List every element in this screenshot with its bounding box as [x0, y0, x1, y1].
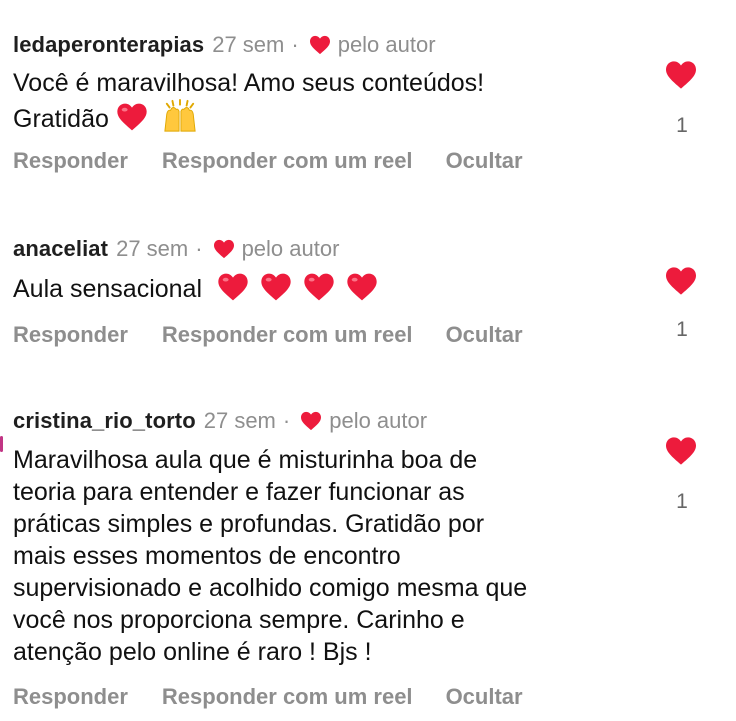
comment-time: 27 sem: [212, 32, 285, 57]
comment-header: anaceliat 27 sem · pelo autor: [13, 234, 339, 264]
separator-dot: ·: [195, 236, 203, 261]
author-heart-icon: [301, 411, 322, 431]
comment-username[interactable]: ledaperonterapias: [13, 30, 204, 60]
hide-button[interactable]: Ocultar: [446, 684, 523, 710]
comment-header: cristina_rio_torto 27 sem · pelo autor: [13, 406, 427, 436]
comment-time: 27 sem: [116, 236, 189, 261]
like-heart-icon[interactable]: [664, 266, 698, 296]
reply-button[interactable]: Responder: [13, 684, 128, 710]
comment-header: ledaperonterapias 27 sem · pelo autor: [13, 30, 436, 60]
comment-text-fragment: Gratidão: [13, 105, 109, 133]
author-heart-icon: [309, 35, 330, 55]
like-count: 1: [676, 490, 688, 513]
comment-text-fragment: Aula sensacional: [13, 275, 203, 303]
raising-hands-emoji-icon: [164, 99, 196, 132]
comment-time: 27 sem: [203, 408, 276, 433]
comment-text: Você é maravilhosa! Amo seus conteúdos! …: [13, 68, 633, 135]
like-count: 1: [676, 114, 688, 137]
author-heart-icon: [213, 239, 234, 259]
like-heart-icon[interactable]: [664, 60, 698, 90]
comment-text-line: mais esses momentos de encontro: [13, 542, 401, 570]
red-heart-emoji-icon: [347, 273, 377, 301]
comment-text-line-with-emoji: Gratidão: [13, 99, 633, 135]
like-heart-icon[interactable]: [664, 436, 698, 466]
reply-button[interactable]: Responder: [13, 148, 128, 174]
comment-text: Maravilhosa aula que é misturinha boa de…: [13, 444, 633, 668]
like-count: 1: [676, 318, 688, 341]
reply-with-reel-button[interactable]: Responder com um reel: [162, 322, 413, 348]
separator-dot: ·: [291, 32, 299, 57]
comment-actions: Responder Responder com um reel Ocultar: [13, 322, 523, 348]
comment-text-line: atenção pelo online é raro ! Bjs !: [13, 638, 372, 666]
liked-by-author-label: pelo autor: [329, 408, 428, 433]
liked-by-author-label: pelo autor: [241, 236, 340, 261]
comment-text-line: Você é maravilhosa! Amo seus conteúdos!: [13, 69, 485, 97]
hide-button[interactable]: Ocultar: [446, 322, 523, 348]
red-heart-emoji-icon: [218, 273, 248, 301]
comments-list: ledaperonterapias 27 sem · pelo autor Vo…: [0, 0, 736, 721]
red-heart-emoji-icon: [304, 273, 334, 301]
separator-dot: ·: [282, 408, 291, 433]
reply-button[interactable]: Responder: [13, 322, 128, 348]
comment-text-line: supervisionado e acolhido comigo mesma q…: [13, 574, 528, 602]
comment-text-line: teoria para entender e fazer funcionar a…: [13, 478, 465, 506]
comment-username[interactable]: anaceliat: [13, 234, 108, 264]
comment-text-line: Maravilhosa aula que é misturinha boa de: [13, 446, 478, 474]
red-heart-emoji-icon: [261, 273, 291, 301]
comment-username[interactable]: cristina_rio_torto: [13, 406, 196, 436]
reply-with-reel-button[interactable]: Responder com um reel: [162, 684, 413, 710]
comment-text: Aula sensacional: [13, 272, 633, 305]
comment-actions: Responder Responder com um reel Ocultar: [13, 148, 523, 174]
comment-actions: Responder Responder com um reel Ocultar: [13, 684, 523, 710]
hide-button[interactable]: Ocultar: [446, 148, 523, 174]
liked-by-author-label: pelo autor: [337, 32, 436, 57]
edge-marker: [0, 436, 3, 452]
red-heart-emoji-icon: [117, 103, 147, 131]
comment-text-line: práticas simples e profundas. Gratidão p…: [13, 510, 485, 538]
comment-text-line: você nos proporciona sempre. Carinho e: [13, 606, 465, 634]
reply-with-reel-button[interactable]: Responder com um reel: [162, 148, 413, 174]
